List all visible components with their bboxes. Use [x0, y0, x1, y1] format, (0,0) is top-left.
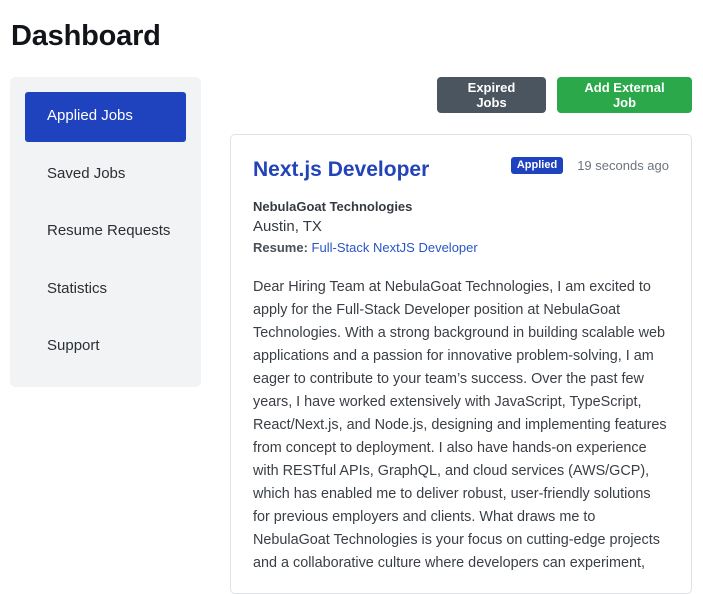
company-name: NebulaGoat Technologies: [253, 199, 413, 214]
sidebar-item-support[interactable]: Support: [25, 322, 186, 372]
timestamp: 19 seconds ago: [577, 158, 669, 173]
job-title-link[interactable]: Next.js Developer: [253, 158, 429, 182]
top-actions: Expired Jobs Add External Job: [437, 77, 692, 113]
job-location: Austin, TX: [253, 218, 322, 235]
sidebar-item-saved-jobs[interactable]: Saved Jobs: [25, 150, 186, 200]
job-card: Next.js Developer Applied 19 seconds ago…: [230, 134, 692, 594]
add-external-job-button[interactable]: Add External Job: [557, 77, 692, 113]
resume-link[interactable]: Full-Stack NextJS Developer: [312, 240, 478, 255]
sidebar-item-applied-jobs[interactable]: Applied Jobs: [25, 92, 186, 142]
cover-letter-text: Dear Hiring Team at NebulaGoat Technolog…: [253, 279, 667, 571]
page-title: Dashboard: [11, 20, 161, 52]
resume-label: Resume:: [253, 240, 308, 255]
sidebar-item-resume-requests[interactable]: Resume Requests: [25, 207, 186, 257]
expired-jobs-button[interactable]: Expired Jobs: [437, 77, 546, 113]
sidebar: Applied Jobs Saved Jobs Resume Requests …: [10, 77, 201, 387]
job-meta: Applied 19 seconds ago: [510, 157, 669, 174]
job-card-header: Next.js Developer Applied 19 seconds ago: [253, 157, 669, 182]
resume-line: Resume: Full-Stack NextJS Developer: [253, 240, 669, 255]
sidebar-item-statistics[interactable]: Statistics: [25, 265, 186, 315]
status-badge: Applied: [510, 157, 564, 174]
